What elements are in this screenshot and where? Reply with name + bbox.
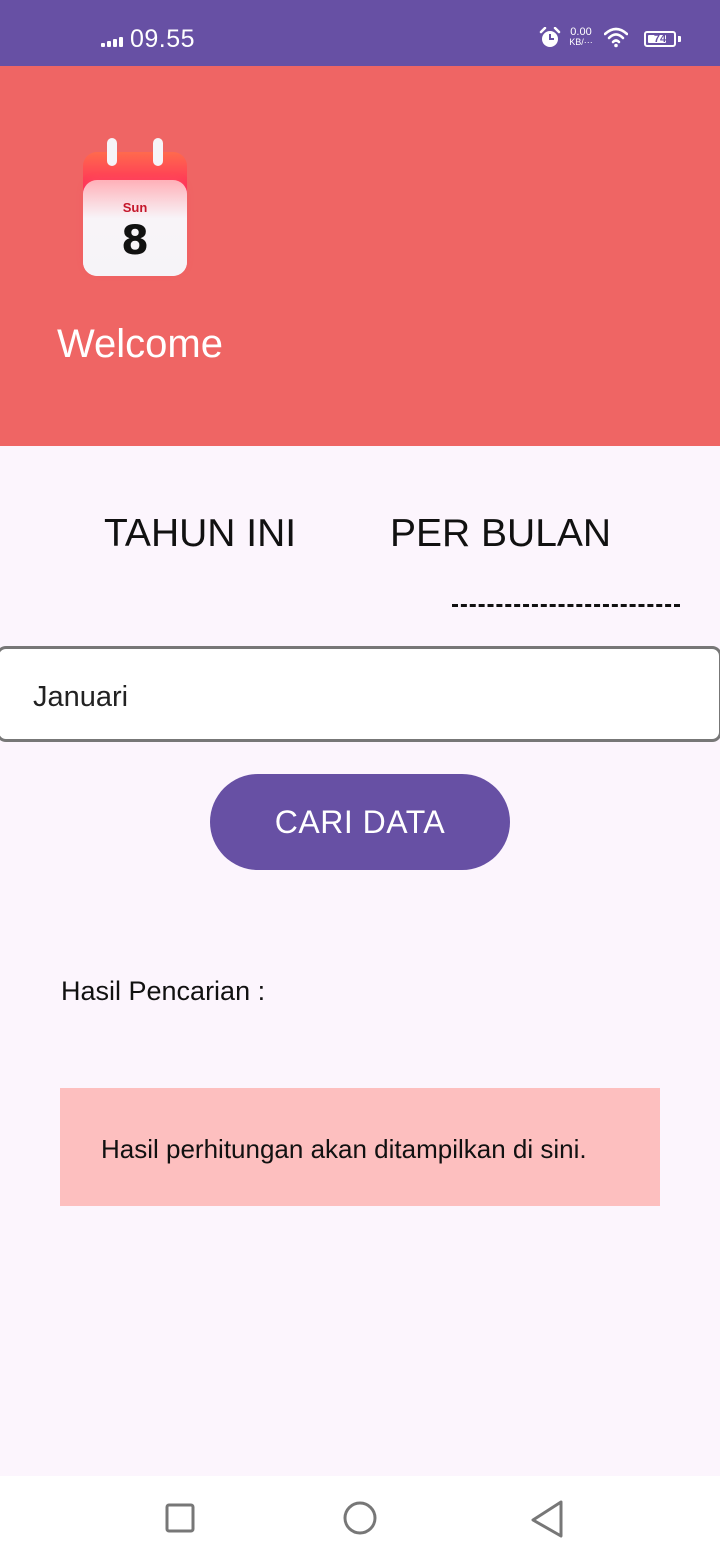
calendar-ring-left <box>107 138 117 166</box>
calendar-ring-right <box>153 138 163 166</box>
status-bar: 09.55 0.00 KB/··· 74 <box>0 0 720 66</box>
tab-selected-indicator <box>452 604 680 607</box>
signal-icon <box>101 37 125 47</box>
battery-icon: 74 <box>644 31 676 47</box>
back-icon[interactable] <box>528 1498 568 1538</box>
calendar-day: Sun <box>122 200 148 215</box>
battery-level: 74 <box>653 33 667 45</box>
navigation-bar <box>0 1476 720 1560</box>
tab-per-bulan[interactable]: PER BULAN <box>390 512 611 556</box>
calendar-icon: Sun 8 <box>83 138 187 276</box>
result-label: Hasil Pencarian : <box>61 976 266 1006</box>
month-input[interactable]: Januari <box>0 646 720 742</box>
network-speed-unit: KB/··· <box>569 37 593 47</box>
battery-tip <box>678 36 681 42</box>
calendar-date: 8 <box>121 218 149 264</box>
alarm-icon <box>539 27 561 47</box>
home-icon[interactable] <box>340 1498 380 1538</box>
result-placeholder: Hasil perhitungan akan ditampilkan di si… <box>101 1134 587 1164</box>
cari-data-button[interactable]: CARI DATA <box>210 774 510 870</box>
welcome-title: Welcome <box>57 322 223 366</box>
status-time: 09.55 <box>130 25 196 53</box>
result-box: Hasil perhitungan akan ditampilkan di si… <box>60 1088 660 1206</box>
month-input-value: Januari <box>33 681 129 713</box>
wifi-icon <box>604 27 628 48</box>
recent-apps-icon[interactable] <box>160 1498 200 1538</box>
tab-tahun-ini[interactable]: TAHUN INI <box>104 512 296 556</box>
network-speed: 0.00 KB/··· <box>566 26 596 48</box>
network-speed-value: 0.00 <box>570 26 592 38</box>
